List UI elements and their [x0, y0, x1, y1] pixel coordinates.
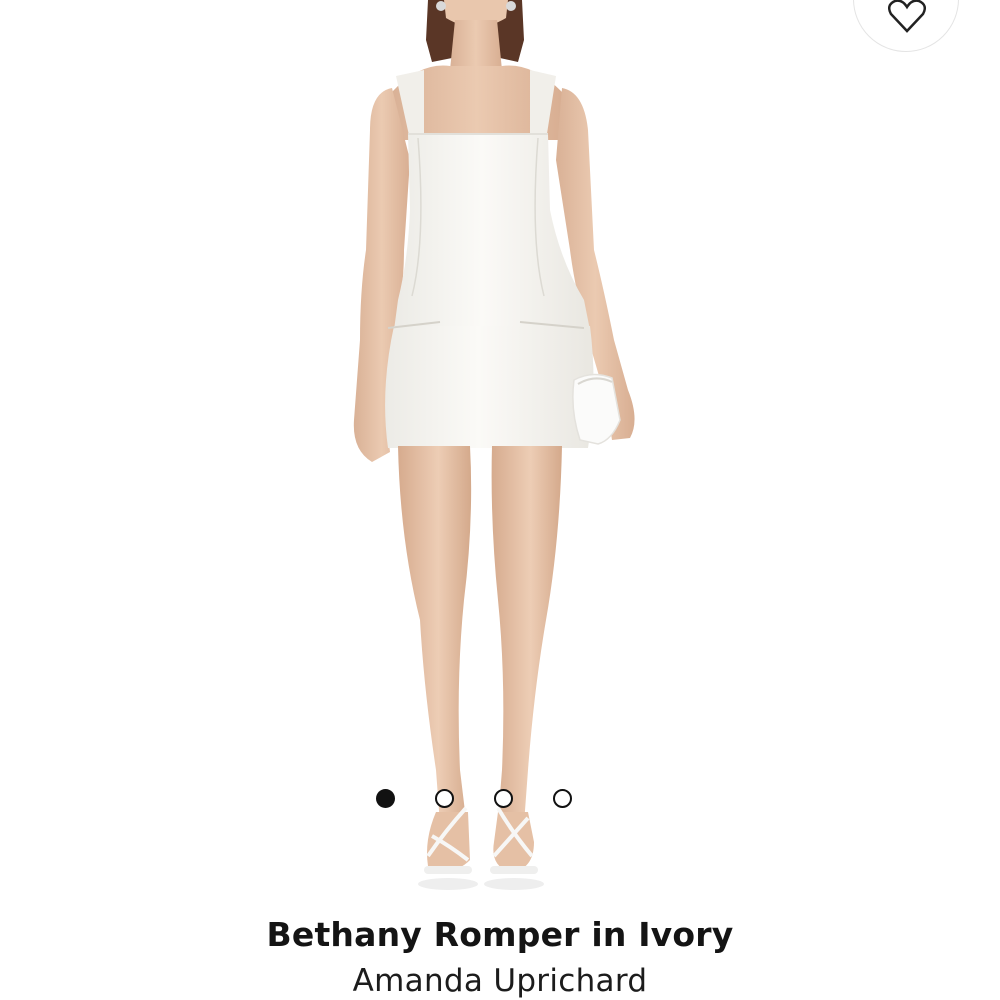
- product-brand[interactable]: Amanda Uprichard: [0, 958, 1000, 1000]
- carousel-dot-2[interactable]: [435, 789, 454, 808]
- carousel-dot-4[interactable]: [553, 789, 572, 808]
- carousel-dot-1[interactable]: [376, 789, 395, 808]
- carousel-dot-3[interactable]: [494, 789, 513, 808]
- product-page: Bethany Romper in Ivory Amanda Uprichard: [0, 0, 1000, 1000]
- product-title: Bethany Romper in Ivory: [266, 915, 734, 954]
- heart-icon: [888, 0, 926, 33]
- product-info: Bethany Romper in Ivory Amanda Uprichard: [0, 912, 1000, 1000]
- carousel-dots: [376, 789, 572, 808]
- product-image[interactable]: [0, 0, 1000, 900]
